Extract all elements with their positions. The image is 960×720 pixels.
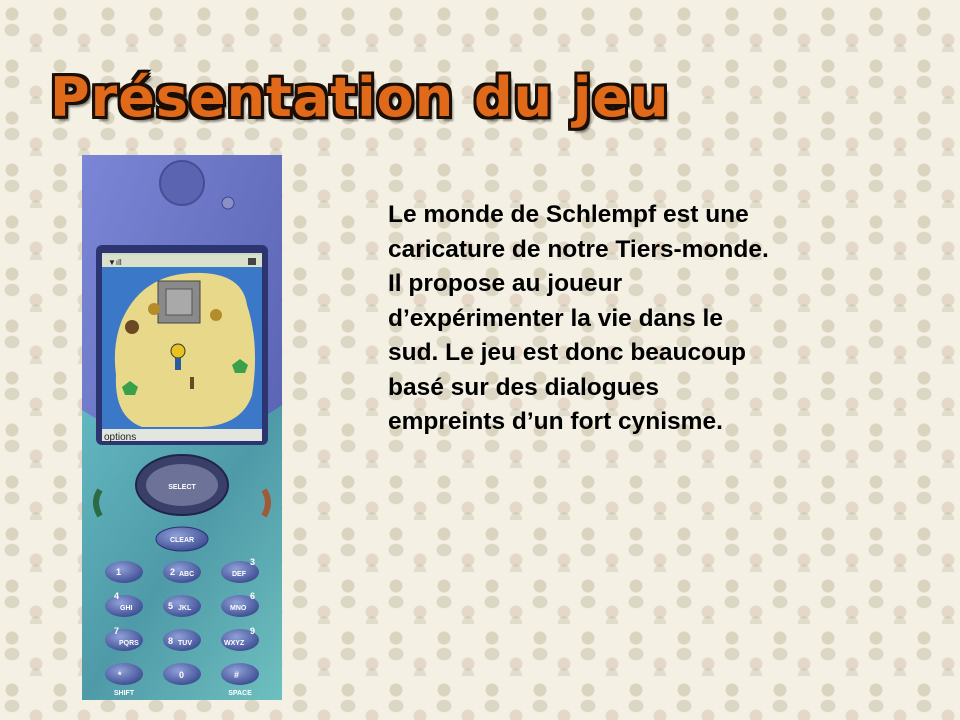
key-2-letters: ABC	[179, 571, 194, 578]
key-7-letters: PQRS	[119, 640, 139, 647]
power-button-icon	[221, 196, 235, 210]
key-2-digit: 2	[170, 567, 175, 577]
slide-title: Présentation du jeu	[50, 66, 670, 129]
key-hash-digit: #	[234, 670, 239, 680]
key-1-digit: 1	[116, 567, 121, 577]
phone-graphic: ▼ıll SELECT CLEAR 1 2 ABC 3 DEF 4 GHI 5 …	[82, 155, 282, 700]
key-8-digit: 8	[168, 636, 173, 646]
key-3-letters: DEF	[232, 571, 247, 578]
earpiece-icon	[159, 160, 205, 206]
softkey-options-label: options	[104, 432, 137, 443]
key-8-letters: TUV	[178, 640, 192, 647]
description-line: caricature de notre Tiers-monde.	[388, 235, 769, 263]
key-0-digit: 0	[179, 670, 184, 680]
description-line: d’expérimenter la vie dans le	[388, 304, 723, 332]
phone-illustration: ▼ıll SELECT CLEAR 1 2 ABC 3 DEF 4 GHI 5 …	[82, 155, 282, 700]
shift-label: SHIFT	[114, 690, 135, 697]
description-line: sud. Le jeu est donc beaucoup	[388, 339, 747, 366]
clear-key-label: CLEAR	[170, 537, 194, 544]
description-line: empreints d’un fort cynisme.	[388, 408, 723, 435]
svg-text:▼ıll: ▼ıll	[108, 258, 122, 267]
key-4-digit: 4	[114, 591, 119, 601]
key-3-digit: 3	[250, 557, 255, 567]
select-key-label: SELECT	[168, 484, 196, 491]
key-9-letters: WXYZ	[224, 640, 245, 647]
key-7-digit: 7	[114, 626, 119, 636]
description-line: Le monde de Schlempf est une	[388, 201, 749, 228]
game-character-icon	[170, 343, 186, 359]
key-9-digit: 9	[250, 626, 255, 636]
space-label: SPACE	[228, 690, 252, 697]
key-6-letters: MNO	[230, 605, 247, 612]
key-4-letters: GHI	[120, 605, 133, 612]
key-star-digit: *	[118, 670, 122, 680]
key-6-digit: 6	[250, 591, 255, 601]
description-line: basé sur des dialogues	[388, 373, 659, 401]
game-description: Le monde de Schlempf est une caricature …	[388, 198, 908, 440]
description-line: Il propose au joueur	[388, 270, 623, 297]
key-5-letters: JKL	[178, 605, 192, 612]
key-5-digit: 5	[168, 601, 173, 611]
